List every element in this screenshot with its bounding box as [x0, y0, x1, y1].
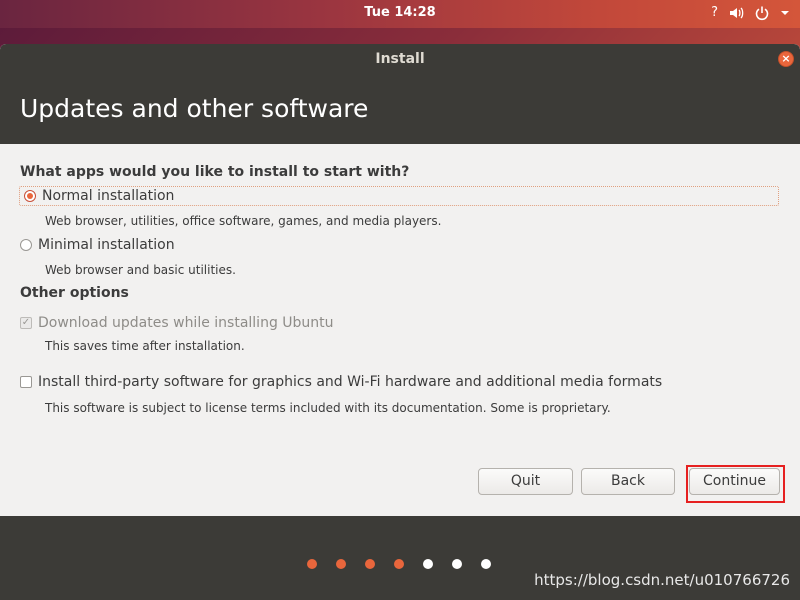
third-party-software-description: This software is subject to license term…: [45, 401, 611, 415]
minimal-installation-label[interactable]: Minimal installation: [38, 237, 175, 253]
continue-button[interactable]: Continue: [689, 468, 780, 495]
page-title: Updates and other software: [20, 94, 369, 123]
normal-installation-description: Web browser, utilities, office software,…: [45, 214, 442, 228]
progress-dot-pending: [481, 559, 491, 569]
minimal-installation-radio[interactable]: Minimal installation: [20, 235, 175, 255]
volume-icon[interactable]: [728, 5, 744, 21]
progress-dot-pending: [423, 559, 433, 569]
radio-unchecked-icon[interactable]: [20, 239, 32, 251]
minimal-installation-description: Web browser and basic utilities.: [45, 263, 236, 277]
accessibility-icon[interactable]: ?: [711, 4, 718, 22]
progress-dots: [307, 559, 491, 569]
download-updates-label[interactable]: Download updates while installing Ubuntu: [38, 315, 334, 331]
download-updates-description: This saves time after installation.: [45, 339, 245, 353]
watermark-text: https://blog.csdn.net/u010766726: [534, 571, 790, 589]
progress-dot-done: [394, 559, 404, 569]
progress-dot-done: [336, 559, 346, 569]
other-options-title: Other options: [20, 285, 129, 301]
normal-installation-label[interactable]: Normal installation: [42, 188, 174, 204]
close-icon[interactable]: ×: [778, 51, 794, 67]
progress-dot-done: [365, 559, 375, 569]
quit-button[interactable]: Quit: [478, 468, 573, 495]
window-titlebar[interactable]: Install ×: [0, 44, 800, 74]
normal-installation-radio[interactable]: Normal installation: [19, 186, 779, 206]
radio-checked-icon[interactable]: [24, 190, 36, 202]
apps-section-title: What apps would you like to install to s…: [20, 164, 410, 180]
window-title: Install: [375, 51, 425, 67]
checkbox-checked-icon[interactable]: ✓: [20, 317, 32, 329]
download-updates-checkbox[interactable]: ✓ Download updates while installing Ubun…: [20, 313, 334, 333]
power-icon[interactable]: [754, 5, 770, 21]
third-party-software-checkbox[interactable]: Install third-party software for graphic…: [20, 372, 662, 392]
progress-dot-pending: [452, 559, 462, 569]
page-header: Updates and other software: [0, 74, 800, 144]
progress-dot-done: [307, 559, 317, 569]
top-panel: Tue 14:28 ?: [0, 0, 800, 28]
third-party-software-label[interactable]: Install third-party software for graphic…: [38, 374, 662, 390]
system-tray[interactable]: ?: [711, 4, 790, 22]
checkbox-unchecked-icon[interactable]: [20, 376, 32, 388]
back-button[interactable]: Back: [581, 468, 675, 495]
clock[interactable]: Tue 14:28: [0, 5, 800, 20]
chevron-down-icon[interactable]: [780, 5, 790, 21]
